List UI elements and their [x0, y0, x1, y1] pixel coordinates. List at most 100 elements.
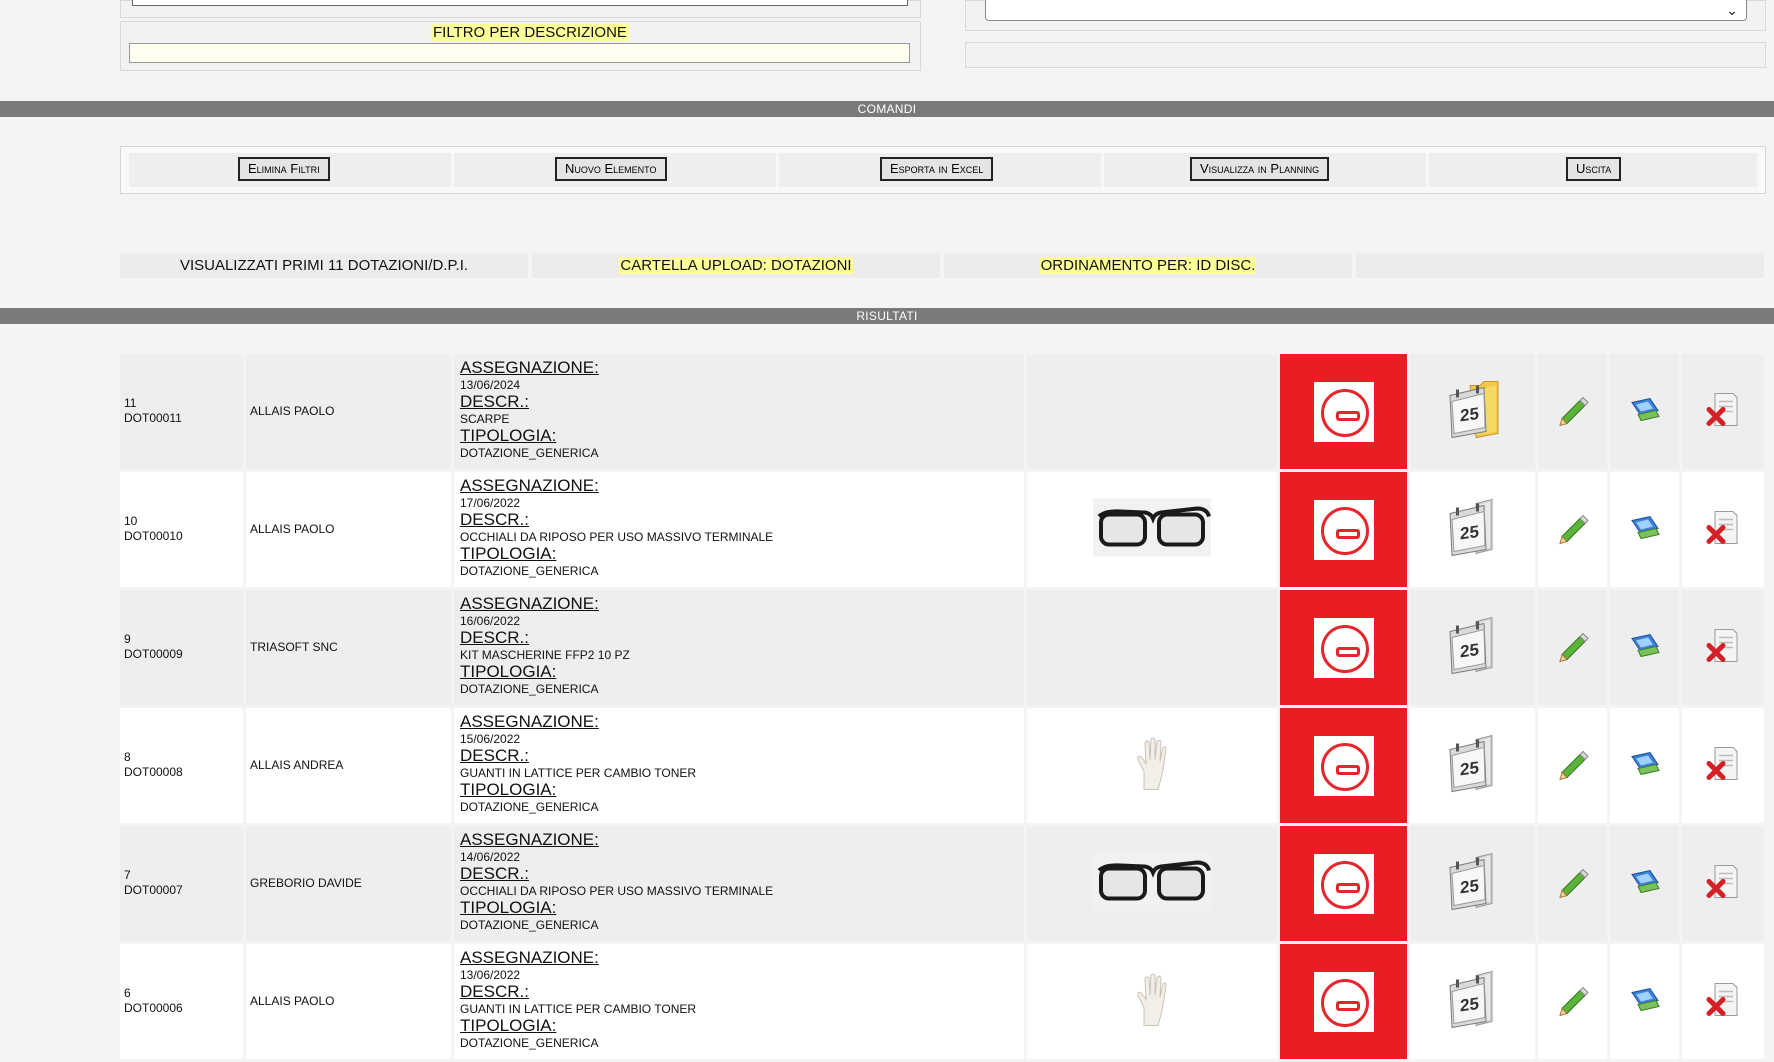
stop-icon[interactable] [1313, 853, 1374, 914]
filter-description-label: FILTRO PER DESCRIZIONE [431, 24, 629, 41]
stop-icon[interactable] [1313, 617, 1374, 678]
results-count-cell: VISUALIZZATI PRIMI 11 DOTAZIONI/D.P.I. [120, 253, 528, 278]
monitor-icon[interactable] [1628, 748, 1662, 783]
calendar-icon[interactable]: 25 [1446, 615, 1500, 680]
row-delete-cell[interactable] [1682, 944, 1764, 1059]
export-excel-button[interactable]: Esporta in Excel [880, 157, 994, 181]
delete-icon[interactable] [1703, 979, 1743, 1024]
row-calendar-cell[interactable]: 25 [1410, 944, 1535, 1059]
row-delete-cell[interactable] [1682, 708, 1764, 823]
svg-text:25: 25 [1460, 875, 1479, 897]
filter-panel-right-bottom [965, 42, 1766, 68]
calendar-icon[interactable]: 25 [1446, 497, 1500, 562]
upload-folder-cell: CARTELLA UPLOAD: DOTAZIONI [532, 253, 940, 278]
delete-icon[interactable] [1703, 389, 1743, 434]
row-edit-cell[interactable] [1538, 472, 1607, 587]
filter-input-top-left[interactable] [132, 0, 908, 6]
calendar-icon[interactable]: 25 [1446, 969, 1500, 1034]
monitor-icon[interactable] [1628, 394, 1662, 429]
delete-icon[interactable] [1703, 861, 1743, 906]
calendar-icon[interactable]: 25 [1446, 733, 1500, 798]
row-view-cell[interactable] [1610, 590, 1679, 705]
row-view-cell[interactable] [1610, 354, 1679, 469]
row-code: DOT00010 [124, 529, 183, 543]
row-view-cell[interactable] [1610, 944, 1679, 1059]
row-edit-cell[interactable] [1538, 590, 1607, 705]
view-planning-button[interactable]: Visualizza in Planning [1190, 157, 1330, 181]
row-code: DOT00008 [124, 765, 183, 779]
row-person-cell: ALLAIS PAOLO [246, 472, 451, 587]
stop-icon[interactable] [1313, 499, 1374, 560]
type-label: TIPOLOGIA: [460, 662, 557, 681]
row-view-cell[interactable] [1610, 826, 1679, 941]
calendar-icon[interactable]: 25 [1446, 851, 1500, 916]
row-person-cell: ALLAIS PAOLO [246, 944, 451, 1059]
row-id-cell: 7 DOT00007 [120, 826, 243, 941]
monitor-icon[interactable] [1628, 512, 1662, 547]
description-label: DESCR.: [460, 392, 529, 411]
row-status-cell[interactable] [1280, 354, 1407, 469]
row-status-cell[interactable] [1280, 708, 1407, 823]
row-view-cell[interactable] [1610, 708, 1679, 823]
delete-icon[interactable] [1703, 625, 1743, 670]
row-status-cell[interactable] [1280, 590, 1407, 705]
glasses-image [1093, 852, 1211, 915]
row-calendar-cell[interactable]: 25 [1410, 472, 1535, 587]
monitor-icon[interactable] [1628, 984, 1662, 1019]
pencil-icon[interactable] [1556, 982, 1590, 1021]
row-number: 9 [124, 632, 131, 646]
sort-order-text: ORDINAMENTO PER: ID DISC. [1039, 257, 1257, 274]
pencil-icon[interactable] [1556, 746, 1590, 785]
row-delete-cell[interactable] [1682, 472, 1764, 587]
stop-icon[interactable] [1313, 381, 1374, 442]
exit-button[interactable]: Uscita [1566, 157, 1622, 181]
row-view-cell[interactable] [1610, 472, 1679, 587]
pencil-icon[interactable] [1556, 864, 1590, 903]
row-calendar-cell[interactable]: 25 [1410, 708, 1535, 823]
pencil-icon[interactable] [1556, 628, 1590, 667]
svg-text:25: 25 [1460, 403, 1479, 425]
row-edit-cell[interactable] [1538, 826, 1607, 941]
row-edit-cell[interactable] [1538, 944, 1607, 1059]
row-calendar-cell[interactable]: 25 [1410, 354, 1535, 469]
row-details-cell: ASSEGNAZIONE: 16/06/2022 DESCR.: KIT MAS… [454, 590, 1024, 705]
row-status-cell[interactable] [1280, 472, 1407, 587]
new-element-button[interactable]: Nuovo Elemento [555, 157, 667, 181]
row-calendar-cell[interactable]: 25 [1410, 590, 1535, 705]
row-delete-cell[interactable] [1682, 354, 1764, 469]
row-image-cell [1027, 354, 1277, 469]
assignment-label: ASSEGNAZIONE: [460, 358, 599, 377]
description-value: SCARPE [460, 412, 510, 426]
row-code: DOT00007 [124, 883, 183, 897]
row-delete-cell[interactable] [1682, 826, 1764, 941]
stop-icon[interactable] [1313, 971, 1374, 1032]
row-edit-cell[interactable] [1538, 708, 1607, 823]
row-person: ALLAIS PAOLO [250, 522, 335, 536]
delete-icon[interactable] [1703, 743, 1743, 788]
delete-icon[interactable] [1703, 507, 1743, 552]
monitor-icon[interactable] [1628, 630, 1662, 665]
pencil-icon[interactable] [1556, 510, 1590, 549]
filter-select-right[interactable]: ⌄ [985, 0, 1747, 21]
row-code: DOT00006 [124, 1001, 183, 1015]
row-person: GREBORIO DAVIDE [250, 876, 362, 890]
stop-icon[interactable] [1313, 735, 1374, 796]
row-details-cell: ASSEGNAZIONE: 13/06/2022 DESCR.: GUANTI … [454, 944, 1024, 1059]
glasses-image [1093, 498, 1211, 561]
row-status-cell[interactable] [1280, 826, 1407, 941]
row-delete-cell[interactable] [1682, 590, 1764, 705]
row-calendar-cell[interactable]: 25 [1410, 826, 1535, 941]
row-status-cell[interactable] [1280, 944, 1407, 1059]
row-details-cell: ASSEGNAZIONE: 15/06/2022 DESCR.: GUANTI … [454, 708, 1024, 823]
assignment-date: 13/06/2022 [460, 968, 521, 982]
monitor-icon[interactable] [1628, 866, 1662, 901]
clear-filters-button[interactable]: Elimina Filtri [238, 157, 330, 181]
type-value: DOTAZIONE_GENERICA [460, 800, 599, 814]
description-label: DESCR.: [460, 746, 529, 765]
calendar-folder-icon[interactable]: 25 [1446, 379, 1500, 444]
row-number: 8 [124, 750, 131, 764]
assignment-label: ASSEGNAZIONE: [460, 830, 599, 849]
pencil-icon[interactable] [1556, 392, 1590, 431]
filter-description-input[interactable] [129, 43, 910, 63]
row-edit-cell[interactable] [1538, 354, 1607, 469]
